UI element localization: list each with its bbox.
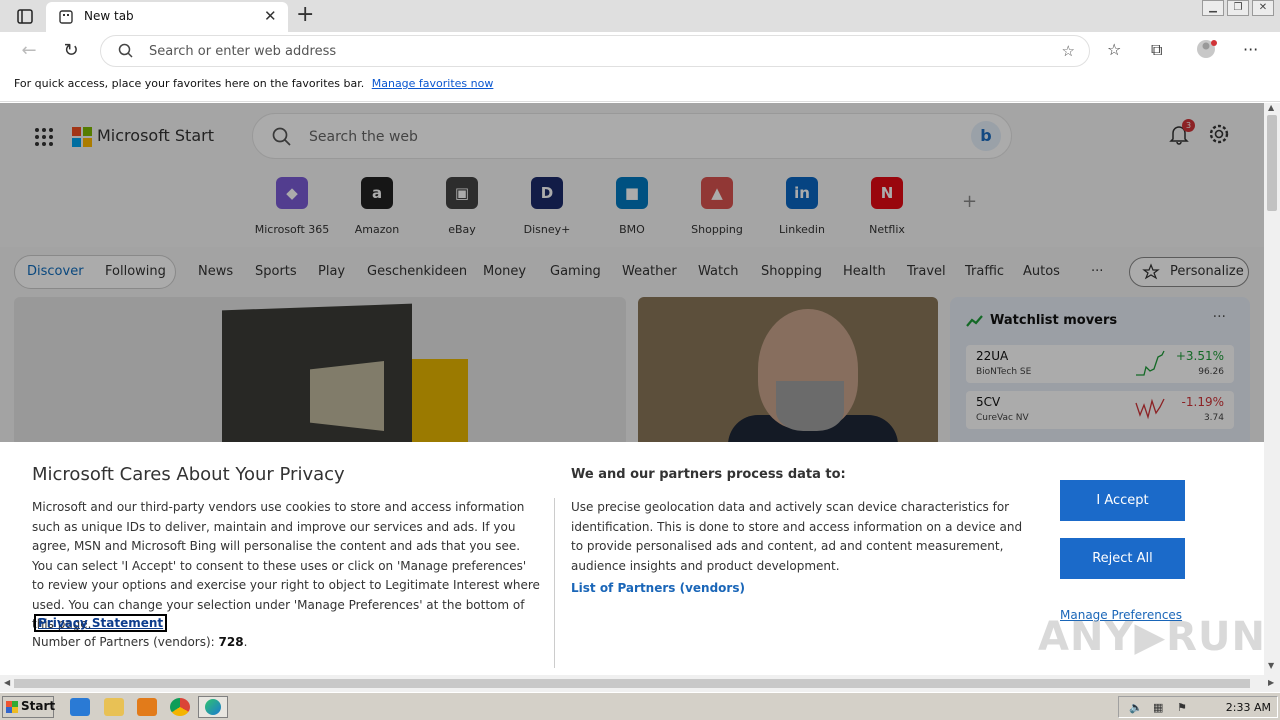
privacy-statement-link[interactable]: Privacy Statement xyxy=(34,614,168,632)
profile-avatar[interactable] xyxy=(1196,38,1218,64)
chrome-taskbar-icon[interactable] xyxy=(170,698,190,716)
scroll-up-arrow-icon[interactable]: ▲ xyxy=(1268,103,1274,112)
action-center-flag-icon[interactable]: ⚑ xyxy=(1177,701,1187,714)
banner-divider xyxy=(554,498,555,668)
start-label: Start xyxy=(21,699,56,713)
favorites-icon[interactable]: ☆ xyxy=(1107,40,1121,59)
back-button[interactable]: ← xyxy=(18,40,40,61)
data-processing-body: Use precise geolocation data and activel… xyxy=(571,500,1023,573)
volume-icon[interactable]: 🔈 xyxy=(1129,701,1143,714)
avatar-icon xyxy=(1197,40,1217,58)
tab-new-tab[interactable]: New tab ✕ xyxy=(46,2,288,32)
windows-taskbar: Start 🔈 ▦ ⚑ 2:33 AM xyxy=(0,692,1280,720)
close-window-button[interactable]: ✕ xyxy=(1252,0,1274,16)
accept-button[interactable]: I Accept xyxy=(1060,480,1185,521)
ie-taskbar-icon[interactable] xyxy=(70,698,90,716)
partners-list-link[interactable]: List of Partners (vendors) xyxy=(571,581,745,595)
tab-actions-menu-button[interactable] xyxy=(10,6,38,28)
data-processing-heading: We and our partners process data to: xyxy=(571,467,846,482)
restore-button[interactable]: ❐ xyxy=(1227,0,1249,16)
modal-dim-overlay xyxy=(0,103,1264,442)
add-favorite-icon[interactable]: ☆ xyxy=(1062,42,1075,60)
network-icon[interactable]: ▦ xyxy=(1153,701,1163,714)
partners-count: Number of Partners (vendors): 728. xyxy=(32,635,247,649)
partners-count-label: Number of Partners (vendors): xyxy=(32,635,215,649)
system-tray: 🔈 ▦ ⚑ 2:33 AM xyxy=(1118,696,1278,718)
favorites-bar-hint: For quick access, place your favorites h… xyxy=(14,77,365,90)
horizontal-scroll-thumb[interactable] xyxy=(14,679,1250,688)
more-menu-icon[interactable]: ··· xyxy=(1243,40,1258,59)
collections-icon[interactable]: ⧉ xyxy=(1151,40,1162,60)
partners-count-period: . xyxy=(243,635,248,649)
explorer-taskbar-icon[interactable] xyxy=(104,698,124,716)
scroll-left-arrow-icon[interactable]: ◀ xyxy=(4,678,10,687)
new-tab-button[interactable]: + xyxy=(296,2,316,27)
anyrun-watermark: ANY▶RUN xyxy=(1038,614,1264,660)
scroll-right-arrow-icon[interactable]: ▶ xyxy=(1268,678,1274,687)
windows-flag-icon xyxy=(6,701,18,713)
browser-toolbar: ← ↻ Search or enter web address ☆ xyxy=(0,32,1280,70)
new-tab-page-icon xyxy=(59,10,73,24)
favorites-bar: For quick access, place your favorites h… xyxy=(0,70,1280,102)
refresh-button[interactable]: ↻ xyxy=(60,40,82,61)
privacy-title: Microsoft Cares About Your Privacy xyxy=(32,464,345,485)
partners-count-value: 728 xyxy=(218,635,244,649)
edge-taskbar-button[interactable] xyxy=(198,696,228,718)
tab-strip: New tab ✕ + ▁ ❐ ✕ xyxy=(0,0,1280,32)
close-tab-icon[interactable]: ✕ xyxy=(264,7,277,25)
minimize-button[interactable]: ▁ xyxy=(1202,0,1224,16)
media-player-taskbar-icon[interactable] xyxy=(137,698,157,716)
search-icon xyxy=(118,43,133,58)
vertical-scrollbar[interactable]: ▲ ▼ xyxy=(1264,103,1280,675)
tab-actions-icon xyxy=(17,9,33,24)
address-bar[interactable]: Search or enter web address ☆ xyxy=(100,35,1090,67)
manage-favorites-link[interactable]: Manage favorites now xyxy=(372,77,494,90)
window-controls: ▁ ❐ ✕ xyxy=(1202,0,1274,16)
address-input[interactable]: Search or enter web address xyxy=(149,44,336,59)
privacy-consent-banner: Microsoft Cares About Your Privacy Micro… xyxy=(0,442,1264,675)
scroll-down-arrow-icon[interactable]: ▼ xyxy=(1268,661,1274,670)
clock: 2:33 AM xyxy=(1225,701,1271,714)
start-button[interactable]: Start xyxy=(2,696,56,718)
edge-icon xyxy=(205,699,221,715)
new-tab-page: Microsoft Start Search the web b 3 ◆ Micr… xyxy=(0,103,1264,675)
horizontal-scrollbar[interactable]: ◀ ▶ xyxy=(0,675,1280,692)
tab-title: New tab xyxy=(84,9,134,23)
vertical-scroll-thumb[interactable] xyxy=(1267,115,1277,211)
reject-all-button[interactable]: Reject All xyxy=(1060,538,1185,579)
